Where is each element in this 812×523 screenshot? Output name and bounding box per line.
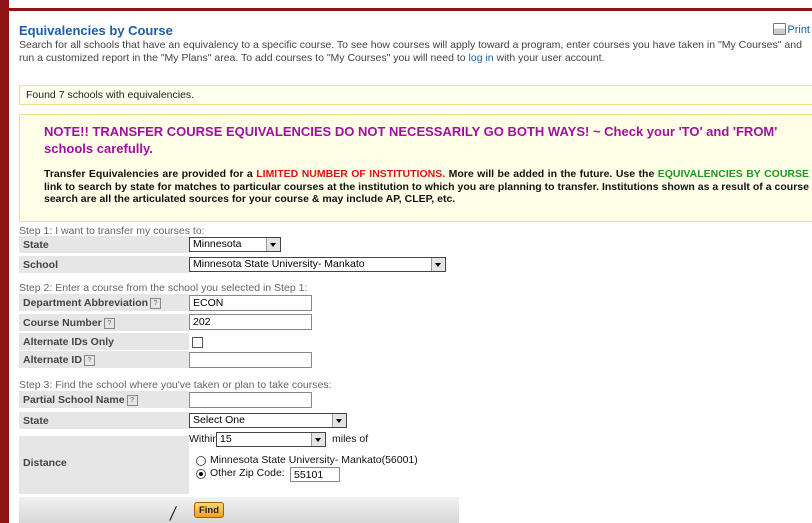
note-box: NOTE!! TRANSFER COURSE EQUIVALENCIES DO … <box>19 114 812 222</box>
alt-id-input[interactable] <box>189 352 312 368</box>
step3-state-select[interactable]: Select One <box>189 413 347 428</box>
radio-university-zip[interactable] <box>196 456 206 466</box>
printer-icon <box>773 23 787 35</box>
help-icon[interactable]: ? <box>83 355 95 366</box>
top-edge <box>0 0 812 8</box>
dept-input[interactable]: ECON <box>189 295 312 311</box>
step2-heading: Step 2: Enter a course from the school y… <box>19 282 308 294</box>
partial-name-input[interactable] <box>189 392 312 408</box>
step1-school-select[interactable]: Minnesota State University- Mankato <box>189 257 446 272</box>
dept-label: Department Abbreviation? <box>19 294 189 311</box>
zip-code-input[interactable]: 55101 <box>290 467 340 482</box>
content-panel: Equivalencies by Course Print Search for… <box>9 11 812 523</box>
help-icon[interactable]: ? <box>103 318 115 329</box>
intro-part-2: with your user account. <box>493 52 605 64</box>
chevron-down-icon <box>266 238 280 251</box>
chevron-down-icon <box>332 414 346 427</box>
miles-of-label: miles of <box>332 433 369 445</box>
chevron-down-icon <box>431 258 445 271</box>
alt-id-label-text: Alternate ID <box>23 354 82 366</box>
note-body-1: Transfer Equivalencies are provided for … <box>44 168 257 180</box>
step1-school-label: School <box>19 256 189 273</box>
step3-state-value: Select One <box>193 414 245 426</box>
within-label: Within <box>189 433 219 445</box>
frame-left-border <box>0 0 9 523</box>
distance-label: Distance <box>19 436 189 494</box>
note-heading: NOTE!! TRANSFER COURSE EQUIVALENCIES DO … <box>44 124 778 156</box>
alt-only-label: Alternate IDs Only <box>19 333 189 350</box>
course-label-text: Course Number <box>23 317 102 329</box>
note-limited-text: LIMITED NUMBER OF INSTITUTIONS. <box>256 168 446 180</box>
note-body-2: More will be added in the future. Use th… <box>445 168 658 180</box>
dept-label-text: Department Abbreviation <box>23 297 149 309</box>
alt-only-checkbox[interactable] <box>192 337 203 348</box>
partial-name-label-text: Partial School Name <box>23 394 125 406</box>
note-body: Transfer Equivalencies are provided for … <box>44 168 809 206</box>
step3-state-label: State <box>19 412 189 429</box>
radio-university-label: Minnesota State University- Mankato(5600… <box>210 454 418 466</box>
radio-other-zip[interactable] <box>196 469 206 479</box>
intro-part-1: Search for all schools that have an equi… <box>19 39 802 64</box>
find-button[interactable]: Find <box>194 502 224 518</box>
alt-id-label: Alternate ID? <box>19 351 189 368</box>
within-miles-value: 15 <box>220 433 232 445</box>
step1-state-label: State <box>19 236 189 253</box>
radio-other-label: Other Zip Code: <box>210 467 285 479</box>
course-label: Course Number? <box>19 314 189 331</box>
help-icon[interactable]: ? <box>150 298 162 309</box>
help-icon[interactable]: ? <box>126 395 138 406</box>
within-miles-select[interactable]: 15 <box>216 432 326 447</box>
button-bar: Find <box>19 497 459 523</box>
step1-state-select[interactable]: Minnesota <box>189 237 281 252</box>
print-link[interactable]: Print <box>773 23 810 36</box>
print-label: Print <box>787 24 810 36</box>
note-body-3: link to search by state for matches to p… <box>44 180 809 206</box>
login-link[interactable]: log in <box>469 52 494 64</box>
equivalencies-by-course-link[interactable]: EQUIVALENCIES BY COURSE <box>658 168 809 180</box>
page-title: Equivalencies by Course <box>19 23 173 38</box>
step1-school-value: Minnesota State University- Mankato <box>193 258 365 270</box>
partial-name-label: Partial School Name? <box>19 391 189 408</box>
results-message: Found 7 schools with equivalencies. <box>19 85 812 105</box>
chevron-down-icon <box>311 433 325 446</box>
step3-heading: Step 3: Find the school where you've tak… <box>19 379 332 391</box>
course-number-input[interactable]: 202 <box>189 314 312 330</box>
step1-state-value: Minnesota <box>193 238 242 250</box>
intro-text: Search for all schools that have an equi… <box>19 39 812 65</box>
